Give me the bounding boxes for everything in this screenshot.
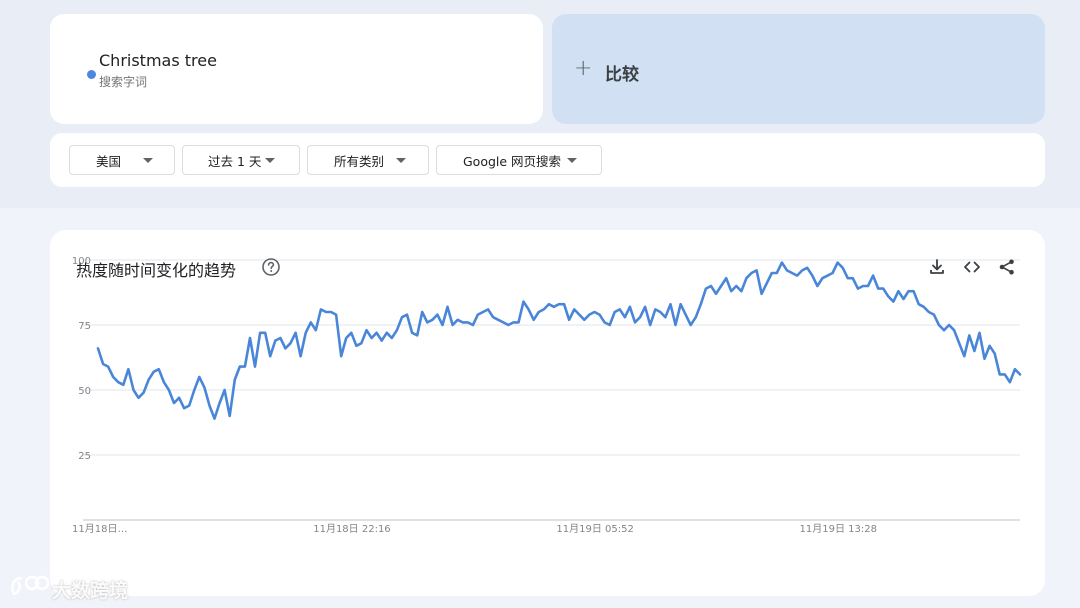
series-color-dot xyxy=(87,70,96,79)
region-filter[interactable]: 美国 xyxy=(69,145,175,175)
x-tick-label: 11月19日 13:28 xyxy=(800,523,877,535)
compare-button[interactable]: + 比较 xyxy=(552,14,1045,124)
y-tick-label: 25 xyxy=(78,451,91,462)
interest-over-time-card: 25 50 75 100 11月18日… 11月18日 22:16 11月19日 05:52… xyxy=(50,230,1045,596)
embed-code-icon[interactable] xyxy=(963,258,981,276)
filter-bar: 美国 过去 1 天 所有类别 Google 网页搜索 xyxy=(50,133,1045,187)
time-range-filter[interactable]: 过去 1 天 xyxy=(182,145,300,175)
watermark-text: 大数跨境 xyxy=(52,580,129,602)
category-filter[interactable]: 所有类别 xyxy=(307,145,429,175)
category-filter-label: 所有类别 xyxy=(334,153,385,169)
share-icon[interactable] xyxy=(998,258,1016,276)
chevron-down-icon xyxy=(143,158,153,163)
chevron-down-icon xyxy=(567,158,577,163)
search-type-filter-label: Google 网页搜索 xyxy=(463,153,562,169)
y-tick-label: 50 xyxy=(78,386,91,397)
x-tick-label: 11月18日 22:16 xyxy=(313,523,390,535)
chevron-down-icon xyxy=(265,158,275,163)
search-type-filter[interactable]: Google 网页搜索 xyxy=(436,145,602,175)
chart-title: 热度随时间变化的趋势 xyxy=(76,261,237,280)
x-tick-label: 11月18日… xyxy=(72,523,127,535)
download-icon[interactable] xyxy=(928,258,946,276)
plus-icon: + xyxy=(574,56,593,81)
search-term-name[interactable]: Christmas tree xyxy=(99,51,217,70)
compare-label: 比较 xyxy=(605,65,639,85)
x-tick-label: 11月19日 05:52 xyxy=(556,523,633,535)
y-tick-label: 75 xyxy=(78,321,91,332)
region-filter-label: 美国 xyxy=(96,153,122,169)
help-circle-icon[interactable] xyxy=(261,257,281,277)
series-line[interactable] xyxy=(96,261,1022,420)
interest-chart: 25507510011月18日… 11月18日 22:16 11月19日 05:52… xyxy=(72,256,1022,535)
chevron-down-icon xyxy=(396,158,406,163)
search-term-card[interactable]: Christmas tree 搜索字词 xyxy=(50,14,543,124)
time-range-filter-label: 过去 1 天 xyxy=(208,153,262,169)
search-term-type: 搜索字词 xyxy=(99,75,148,89)
